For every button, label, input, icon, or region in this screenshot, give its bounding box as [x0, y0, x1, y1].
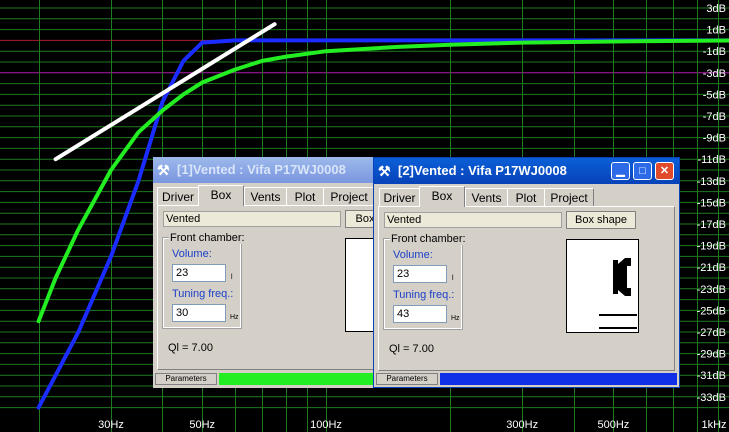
- tab-plot[interactable]: Plot: [507, 188, 545, 206]
- ql-value: Ql = 7.00: [168, 342, 213, 354]
- tuning-freq-unit: Hz: [230, 314, 239, 321]
- tab-project[interactable]: Project: [544, 188, 594, 206]
- close-button[interactable]: ✕: [655, 162, 674, 180]
- y-tick-label: -13dB: [697, 176, 726, 188]
- parameters-tab[interactable]: Parameters: [155, 373, 217, 385]
- y-tick-label: -31dB: [697, 370, 726, 382]
- y-tick-label: -3dB: [703, 68, 726, 80]
- x-tick-label: 30Hz: [98, 419, 124, 431]
- series-line: [53, 22, 277, 162]
- window-2[interactable]: ⚒ [2]Vented : Vifa P17WJ0008 ▁ □ ✕ Drive…: [373, 157, 680, 388]
- ql-value: Ql = 7.00: [389, 343, 434, 355]
- window-title: [1]Vented : Vifa P17WJ0008: [177, 162, 346, 177]
- y-tick-labels: 3dB 1dB -1dB -3dB -5dB -7dB -9dB -11dB -13dB -15d…: [697, 3, 726, 404]
- window-2-titlebar[interactable]: ⚒ [2]Vented : Vifa P17WJ0008 ▁ □ ✕: [374, 158, 679, 184]
- tuning-freq-input[interactable]: 43: [393, 305, 447, 323]
- window-title: [2]Vented : Vifa P17WJ0008: [398, 163, 567, 178]
- curve-color-bar: [219, 373, 376, 385]
- x-tick-labels: 30Hz 50Hz 100Hz 300Hz 500Hz 1kHz: [98, 419, 726, 431]
- tab-vents[interactable]: Vents: [465, 188, 508, 206]
- tuning-freq-input[interactable]: 30: [172, 304, 226, 322]
- tuning-freq-unit: Hz: [451, 315, 460, 322]
- tab-plot[interactable]: Plot: [286, 187, 324, 205]
- tab-box[interactable]: Box: [419, 186, 465, 207]
- tab-driver[interactable]: Driver: [157, 187, 199, 205]
- tuning-freq-label: Tuning freq.:: [172, 288, 234, 300]
- box-type-field[interactable]: Vented: [163, 211, 341, 227]
- y-tick-label: -7dB: [703, 111, 726, 123]
- parameters-tab[interactable]: Parameters: [376, 373, 438, 385]
- tab-box[interactable]: Box: [198, 185, 244, 206]
- y-tick-label: -25dB: [697, 305, 726, 317]
- box-panel: Vented Box shape Front chamber: Volume: …: [378, 206, 675, 371]
- box-type-field[interactable]: Vented: [384, 212, 562, 228]
- y-tick-label: -29dB: [697, 349, 726, 361]
- box-panel: Vented Box Front chamber: Volume: 23 l T…: [157, 205, 385, 370]
- volume-unit: l: [452, 275, 454, 282]
- y-tick-label: -21dB: [697, 262, 726, 274]
- status-bar: Parameters: [155, 373, 376, 386]
- y-tick-label: 1dB: [706, 25, 726, 37]
- window-1-titlebar[interactable]: ⚒ [1]Vented : Vifa P17WJ0008: [153, 157, 378, 183]
- y-tick-label: -1dB: [703, 46, 726, 58]
- y-tick-label: -17dB: [697, 219, 726, 231]
- x-tick-label: 1kHz: [701, 419, 726, 431]
- front-chamber-label: Front chamber:: [390, 233, 467, 245]
- y-tick-label: 3dB: [706, 3, 726, 15]
- y-tick-label: -9dB: [703, 133, 726, 145]
- x-tick-label: 300Hz: [506, 419, 538, 431]
- volume-input[interactable]: 23: [172, 264, 226, 282]
- x-tick-label: 500Hz: [598, 419, 630, 431]
- curve-color-bar: [440, 373, 677, 385]
- window-1[interactable]: ⚒ [1]Vented : Vifa P17WJ0008 Driver Box …: [153, 157, 385, 388]
- y-tick-label: -5dB: [703, 89, 726, 101]
- volume-input[interactable]: 23: [393, 265, 447, 283]
- volume-unit: l: [231, 274, 233, 281]
- minimize-button[interactable]: ▁: [611, 162, 630, 180]
- y-tick-label: -33dB: [697, 392, 726, 404]
- volume-label: Volume:: [393, 249, 433, 261]
- y-tick-label: -15dB: [697, 197, 726, 209]
- tuning-freq-label: Tuning freq.:: [393, 289, 455, 301]
- box-shape-button[interactable]: Box shape: [566, 211, 636, 229]
- wrench-icon: ⚒: [157, 162, 170, 178]
- wrench-icon: ⚒: [378, 163, 391, 179]
- box-shape-diagram: [566, 239, 639, 333]
- volume-label: Volume:: [172, 248, 212, 260]
- y-tick-label: -19dB: [697, 241, 726, 253]
- x-tick-label: 100Hz: [310, 419, 342, 431]
- y-tick-label: -27dB: [697, 327, 726, 339]
- y-tick-label: -23dB: [697, 284, 726, 296]
- status-bar: Parameters: [376, 373, 677, 386]
- front-chamber-label: Front chamber:: [169, 232, 246, 244]
- vented-box-drawing: [599, 258, 637, 329]
- tab-vents[interactable]: Vents: [244, 187, 287, 205]
- maximize-button[interactable]: □: [633, 162, 652, 180]
- tab-driver[interactable]: Driver: [379, 188, 420, 206]
- x-tick-label: 50Hz: [189, 419, 215, 431]
- y-tick-label: -11dB: [697, 154, 726, 166]
- tab-project[interactable]: Project: [323, 187, 375, 205]
